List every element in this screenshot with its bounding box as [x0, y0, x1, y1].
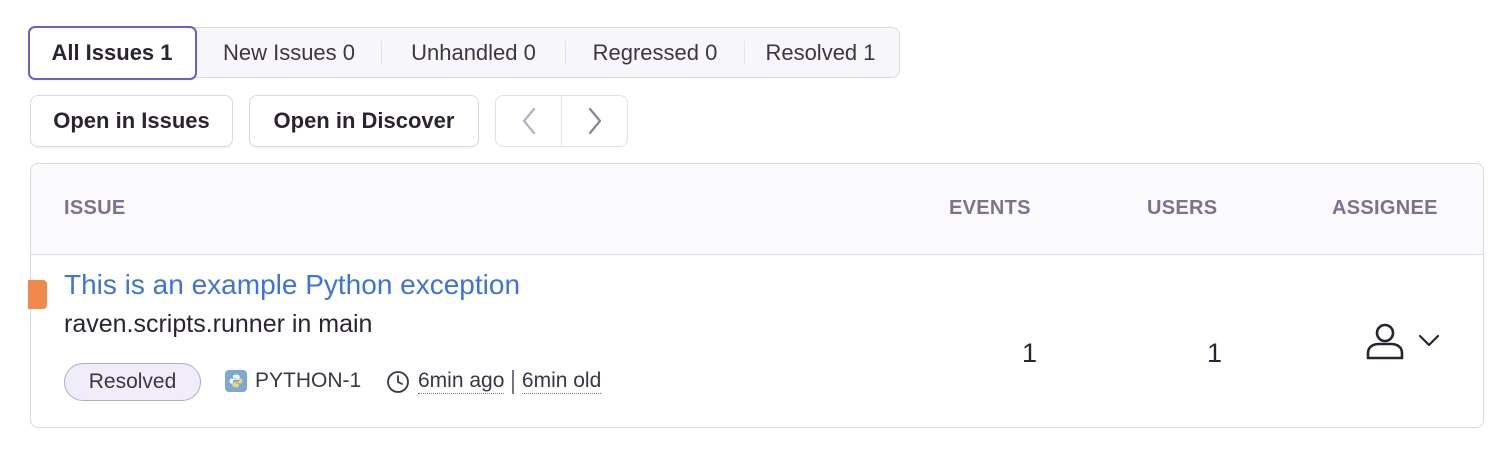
status-label: Resolved — [88, 370, 177, 393]
tab-count: 0 — [342, 39, 356, 65]
open-in-discover-button[interactable]: Open in Discover — [249, 95, 479, 147]
assignee-selector[interactable] — [1364, 320, 1440, 362]
tab-label: Regressed — [592, 39, 699, 65]
last-seen-time[interactable]: 6min ago — [418, 369, 505, 394]
tab-label: Resolved — [765, 39, 858, 65]
issue-culprit: raven.scripts.runner in main — [64, 310, 373, 338]
level-indicator — [28, 280, 47, 309]
issue-timestamps: 6min ago 6min old — [386, 369, 602, 394]
issue-title-link[interactable]: This is an example Python exception — [64, 269, 520, 301]
chevron-right-icon — [588, 107, 601, 135]
tab-resolved[interactable]: Resolved 1 — [745, 28, 897, 77]
status-badge: Resolved — [64, 363, 201, 401]
user-icon — [1366, 323, 1404, 360]
users-count: 1 — [1207, 338, 1223, 368]
time-separator — [512, 369, 514, 394]
short-id-label: PYTHON-1 — [255, 369, 362, 392]
tab-unhandled[interactable]: Unhandled 0 — [382, 28, 566, 77]
tab-count: 1 — [160, 39, 173, 65]
chevron-left-icon — [522, 107, 535, 135]
python-icon — [225, 370, 247, 392]
table-header: ISSUE EVENTS USERS ASSIGNEE — [31, 164, 1483, 255]
tab-label: Unhandled — [411, 39, 518, 65]
issue-short-id[interactable]: PYTHON-1 — [225, 369, 361, 393]
column-header-users: USERS — [1147, 197, 1218, 219]
tab-regressed[interactable]: Regressed 0 — [566, 28, 745, 77]
chevron-down-icon — [1418, 334, 1440, 347]
tab-label: All Issues — [51, 39, 155, 65]
next-page-button[interactable] — [561, 96, 627, 146]
tab-all-issues[interactable]: All Issues 1 — [27, 25, 197, 80]
events-count: 1 — [1022, 338, 1038, 368]
previous-page-button[interactable] — [496, 96, 561, 146]
tab-label: New Issues — [222, 39, 337, 65]
tab-count: 0 — [705, 39, 718, 65]
tab-new-issues[interactable]: New Issues 0 — [197, 28, 382, 77]
column-header-events: EVENTS — [949, 197, 1031, 219]
tab-count: 1 — [863, 39, 876, 65]
tab-count: 0 — [523, 39, 536, 65]
column-header-assignee: ASSIGNEE — [1332, 197, 1438, 219]
column-header-issue: ISSUE — [64, 197, 126, 219]
button-label: Open in Issues — [53, 108, 210, 133]
clock-icon — [387, 370, 409, 393]
first-seen-age[interactable]: 6min old — [521, 369, 602, 394]
open-in-issues-button[interactable]: Open in Issues — [30, 95, 233, 147]
table-row: This is an example Python exception rave… — [28, 255, 1483, 427]
button-label: Open in Discover — [273, 108, 455, 133]
issue-filter-tabs: All Issues 1 New Issues 0 Unhandled 0 Re… — [27, 25, 900, 80]
pagination — [495, 95, 628, 147]
